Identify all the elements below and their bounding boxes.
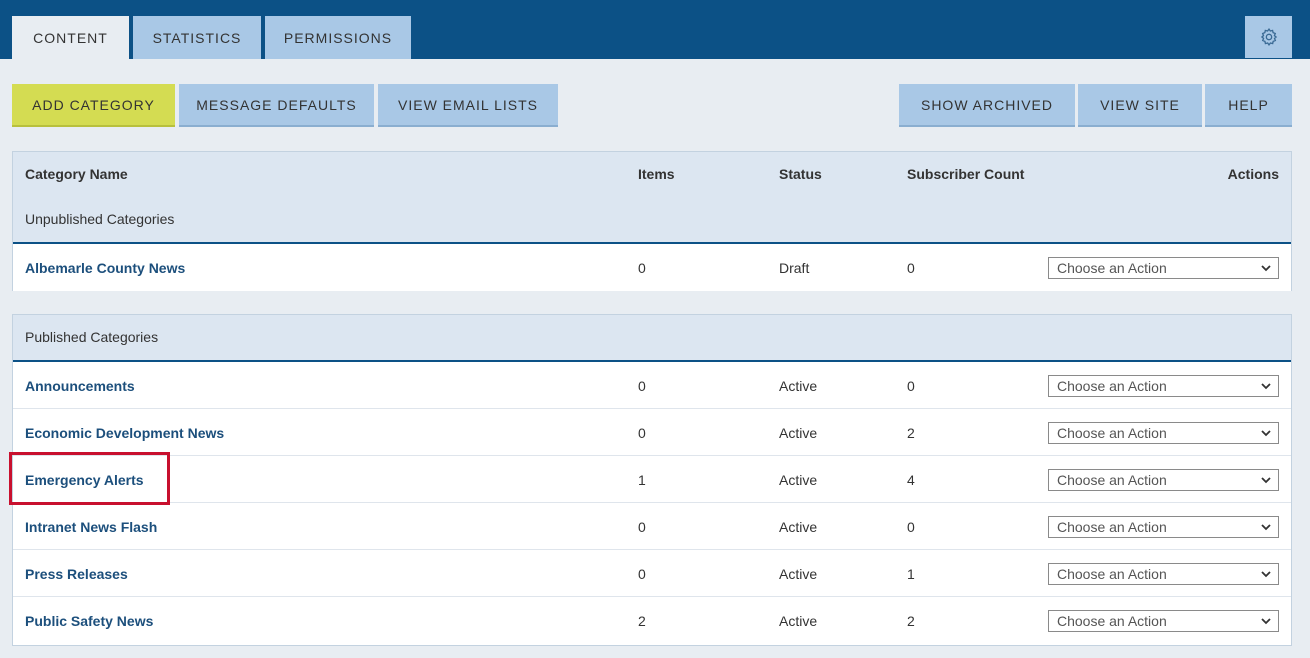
category-name-link[interactable]: Intranet News Flash xyxy=(25,503,157,550)
view-email-lists-button[interactable]: VIEW EMAIL LISTS xyxy=(378,84,558,127)
tab-permissions[interactable]: PERMISSIONS xyxy=(265,16,411,59)
subscriber-count: 4 xyxy=(907,471,915,488)
action-select[interactable]: Choose an Action xyxy=(1048,469,1279,491)
tab-statistics[interactable]: STATISTICS xyxy=(133,16,261,59)
published-categories-table: Published Categories Announcements 0 Act… xyxy=(12,314,1292,646)
view-site-button[interactable]: VIEW SITE xyxy=(1078,84,1202,127)
column-header-actions: Actions xyxy=(1227,166,1279,182)
status-text: Active xyxy=(779,424,818,441)
top-nav-bar: CONTENT STATISTICS PERMISSIONS xyxy=(0,0,1310,59)
help-button[interactable]: HELP xyxy=(1205,84,1292,127)
table-header: Category Name Items Status Subscriber Co… xyxy=(13,152,1291,244)
subscriber-count: 2 xyxy=(907,612,915,629)
table-row: Albemarle County News 0 Draft 0 Choose a… xyxy=(13,244,1291,291)
status-text: Active xyxy=(779,612,818,629)
action-select-value: Choose an Action xyxy=(1057,613,1167,629)
action-select[interactable]: Choose an Action xyxy=(1048,375,1279,397)
table-row: Announcements 0 Active 0 Choose an Actio… xyxy=(13,362,1291,409)
status-text: Active xyxy=(779,471,818,488)
status-text: Active xyxy=(779,565,818,582)
chevron-down-icon xyxy=(1261,383,1271,390)
column-header-status: Status xyxy=(779,166,822,182)
table-row: Public Safety News 2 Active 2 Choose an … xyxy=(13,597,1291,644)
subscriber-count: 1 xyxy=(907,565,915,582)
chevron-down-icon xyxy=(1261,477,1271,484)
items-count: 0 xyxy=(638,377,646,394)
settings-button[interactable] xyxy=(1245,16,1292,58)
status-text: Draft xyxy=(779,259,810,276)
items-count: 2 xyxy=(638,612,646,629)
table-row: Intranet News Flash 0 Active 0 Choose an… xyxy=(13,503,1291,550)
message-defaults-button[interactable]: MESSAGE DEFAULTS xyxy=(179,84,374,127)
chevron-down-icon xyxy=(1261,524,1271,531)
chevron-down-icon xyxy=(1261,430,1271,437)
items-count: 1 xyxy=(638,471,646,488)
items-count: 0 xyxy=(638,259,646,276)
category-name-link[interactable]: Press Releases xyxy=(25,550,128,597)
show-archived-button[interactable]: SHOW ARCHIVED xyxy=(899,84,1075,127)
column-header-name: Category Name xyxy=(25,166,128,182)
column-header-subscriber-count: Subscriber Count xyxy=(907,166,1025,182)
items-count: 0 xyxy=(638,565,646,582)
action-select-value: Choose an Action xyxy=(1057,260,1167,276)
subscriber-count: 0 xyxy=(907,518,915,535)
unpublished-categories-table: Category Name Items Status Subscriber Co… xyxy=(12,151,1292,291)
action-select-value: Choose an Action xyxy=(1057,472,1167,488)
tab-content[interactable]: CONTENT xyxy=(12,16,129,59)
subscriber-count: 0 xyxy=(907,259,915,276)
table-row: Economic Development News 0 Active 2 Cho… xyxy=(13,409,1291,456)
status-text: Active xyxy=(779,518,818,535)
group-label-unpublished: Unpublished Categories xyxy=(25,211,175,227)
action-select-value: Choose an Action xyxy=(1057,425,1167,441)
category-name-link[interactable]: Albemarle County News xyxy=(25,244,185,291)
add-category-button[interactable]: ADD CATEGORY xyxy=(12,84,175,127)
chevron-down-icon xyxy=(1261,618,1271,625)
table-header: Published Categories xyxy=(13,315,1291,362)
status-text: Active xyxy=(779,377,818,394)
subscriber-count: 2 xyxy=(907,424,915,441)
category-name-link[interactable]: Public Safety News xyxy=(25,597,153,644)
category-name-link[interactable]: Announcements xyxy=(25,362,135,409)
action-select[interactable]: Choose an Action xyxy=(1048,610,1279,632)
action-select[interactable]: Choose an Action xyxy=(1048,257,1279,279)
table-row: Press Releases 0 Active 1 Choose an Acti… xyxy=(13,550,1291,597)
items-count: 0 xyxy=(638,424,646,441)
action-select[interactable]: Choose an Action xyxy=(1048,516,1279,538)
subscriber-count: 0 xyxy=(907,377,915,394)
column-header-items: Items xyxy=(638,166,675,182)
chevron-down-icon xyxy=(1261,571,1271,578)
gear-icon xyxy=(1260,27,1277,47)
action-select-value: Choose an Action xyxy=(1057,378,1167,394)
action-select[interactable]: Choose an Action xyxy=(1048,422,1279,444)
action-select-value: Choose an Action xyxy=(1057,566,1167,582)
items-count: 0 xyxy=(638,518,646,535)
table-row: Emergency Alerts 1 Active 4 Choose an Ac… xyxy=(13,456,1291,503)
category-name-link[interactable]: Emergency Alerts xyxy=(25,456,144,503)
group-label-published: Published Categories xyxy=(25,329,159,345)
action-select-value: Choose an Action xyxy=(1057,519,1167,535)
chevron-down-icon xyxy=(1261,265,1271,272)
category-name-link[interactable]: Economic Development News xyxy=(25,409,224,456)
action-select[interactable]: Choose an Action xyxy=(1048,563,1279,585)
